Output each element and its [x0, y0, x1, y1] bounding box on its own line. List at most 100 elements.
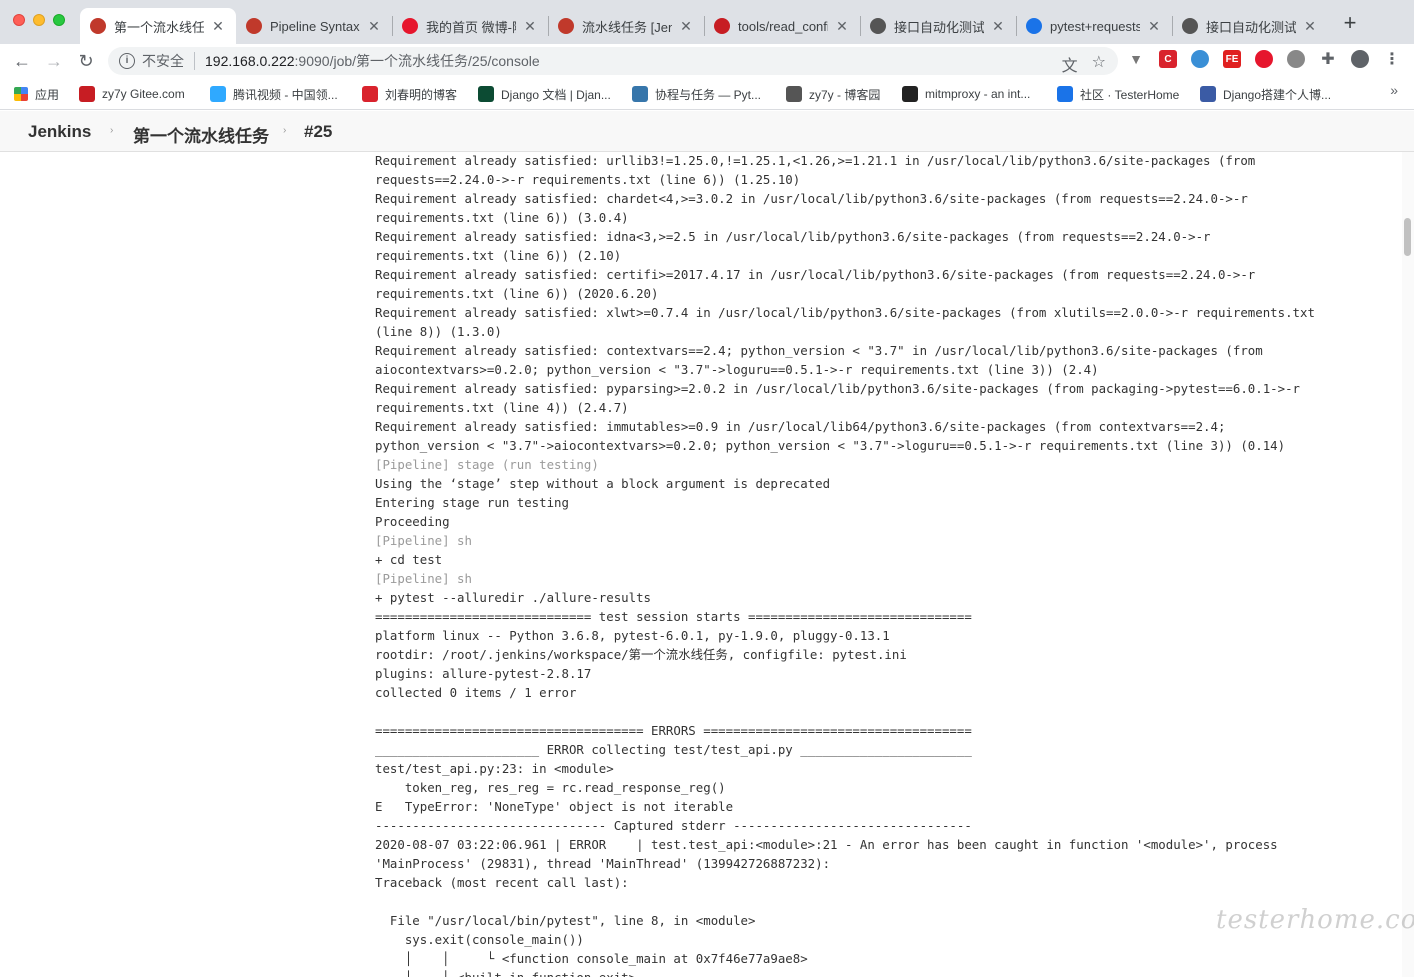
- extension-cloud-icon[interactable]: [1287, 50, 1305, 68]
- browser-tab[interactable]: 接口自动化测试与 ✕: [1172, 8, 1328, 44]
- mitmproxy-icon: [902, 86, 918, 102]
- close-window-button[interactable]: [13, 14, 25, 26]
- console-line: Requirement already satisfied: urllib3!=…: [375, 153, 1256, 168]
- tab-title: tools/read_confi: [738, 18, 828, 34]
- translate-icon[interactable]: 文: [1062, 52, 1078, 76]
- console-line: plugins: allure-pytest-2.8.17: [375, 666, 592, 681]
- tab-title: pytest+requests: [1050, 18, 1140, 34]
- bookmark-item[interactable]: zy7y Gitee.com: [79, 84, 185, 104]
- console-line: Requirement already satisfied: contextva…: [375, 343, 1263, 358]
- jenkins-breadcrumb-bar: Jenkins › 第一个流水线任务 › #25: [0, 111, 1414, 152]
- reload-icon[interactable]: ↻: [75, 50, 97, 72]
- bookmark-item[interactable]: 社区 · TesterHome: [1057, 84, 1179, 104]
- profile-avatar-icon[interactable]: [1351, 50, 1369, 68]
- tab-favicon-icon: [402, 18, 418, 34]
- tab-separator: [392, 16, 393, 36]
- menu-kebab-icon[interactable]: ⋮: [1383, 50, 1401, 68]
- extension-red-icon[interactable]: C: [1159, 50, 1177, 68]
- tab-title: 我的首页 微博-随: [426, 19, 516, 35]
- breadcrumb-jenkins[interactable]: Jenkins: [28, 122, 91, 142]
- browser-tab[interactable]: 流水线任务 [Jen ✕: [548, 8, 704, 44]
- page-scrollbar-track[interactable]: [1402, 152, 1414, 977]
- bookmark-item[interactable]: mitmproxy - an int...: [902, 84, 1030, 104]
- weibo-extension-icon[interactable]: [1255, 50, 1273, 68]
- console-line: E TypeError: 'NoneType' object is not it…: [375, 799, 734, 814]
- bookmark-item[interactable]: 腾讯视频 - 中国领...: [210, 84, 338, 104]
- gitee-icon: [79, 86, 95, 102]
- minimize-window-button[interactable]: [33, 14, 45, 26]
- tab-favicon-icon: [1026, 18, 1042, 34]
- bookmarks-bar: 应用 zy7y Gitee.com 腾讯视频 - 中国领... 刘春明的博客 Djang…: [0, 78, 1414, 110]
- tab-favicon-icon: [870, 18, 886, 34]
- browser-tab[interactable]: 第一个流水线任务 ✕: [80, 8, 236, 44]
- console-line: Entering stage run testing: [375, 495, 569, 510]
- tab-close-icon[interactable]: ✕: [834, 18, 850, 35]
- tab-close-icon[interactable]: ✕: [990, 18, 1006, 35]
- browser-tab[interactable]: Pipeline Syntax ✕: [236, 8, 392, 44]
- omnibox-divider: [194, 52, 195, 70]
- url-text[interactable]: 192.168.0.222:9090/job/第一个流水线任务/25/conso…: [205, 51, 540, 71]
- pipeline-step-line: [Pipeline] stage (run testing): [375, 457, 599, 472]
- bookmark-item[interactable]: 刘春明的博客: [362, 84, 457, 104]
- extension-fe-icon[interactable]: FE: [1223, 50, 1241, 68]
- bookmarks-overflow-icon[interactable]: »: [1390, 82, 1398, 98]
- browser-tab[interactable]: 接口自动化测试与 ✕: [860, 8, 1016, 44]
- apps-grid-icon: [14, 87, 28, 101]
- extension-globe-icon[interactable]: [1191, 50, 1209, 68]
- bookmark-item[interactable]: 协程与任务 — Pyt...: [632, 84, 761, 104]
- console-line: aiocontextvars>=0.2.0; python_version < …: [375, 362, 1099, 377]
- bookmark-star-icon[interactable]: ☆: [1092, 52, 1106, 76]
- console-line: python_version < "3.7"->aiocontextvars>=…: [375, 438, 1286, 453]
- console-line: Requirement already satisfied: xlwt>=0.7…: [375, 305, 1315, 320]
- bookmark-item[interactable]: zy7y - 博客园: [786, 84, 880, 104]
- tab-favicon-icon: [714, 18, 730, 34]
- console-line: Traceback (most recent call last):: [375, 875, 629, 890]
- console-line: 'MainProcess' (29831), thread 'MainThrea…: [375, 856, 831, 871]
- bookmark-label: 腾讯视频 - 中国领...: [233, 87, 338, 102]
- tab-close-icon[interactable]: ✕: [1146, 18, 1162, 35]
- django-icon: [478, 86, 494, 102]
- zoom-window-button[interactable]: [53, 14, 65, 26]
- browser-tab[interactable]: tools/read_confi ✕: [704, 8, 860, 44]
- console-line: Requirement already satisfied: immutable…: [375, 419, 1226, 434]
- bookmark-item[interactable]: 应用: [14, 84, 59, 104]
- info-icon[interactable]: i: [119, 53, 135, 69]
- bookmark-item[interactable]: Django 文档 | Djan...: [478, 84, 611, 104]
- testerhome-icon: [1057, 86, 1073, 102]
- breadcrumb-build[interactable]: #25: [304, 122, 332, 142]
- console-line: ------------------------------- Captured…: [375, 818, 972, 833]
- console-line: + cd test: [375, 552, 443, 567]
- browser-tab[interactable]: 我的首页 微博-随 ✕: [392, 8, 548, 44]
- console-line: Requirement already satisfied: idna<3,>=…: [375, 229, 1211, 244]
- tab-strip: 第一个流水线任务✕Pipeline Syntax✕我的首页 微博-随✕流水线任务…: [0, 0, 1414, 44]
- console-line: requirements.txt (line 4)) (2.4.7): [375, 400, 629, 415]
- bookmark-item[interactable]: Django搭建个人博...: [1200, 84, 1331, 104]
- tab-close-icon[interactable]: ✕: [366, 18, 382, 35]
- console-line: platform linux -- Python 3.6.8, pytest-6…: [375, 628, 890, 643]
- url-path: :9090/job/第一个流水线任务/25/console: [294, 53, 540, 69]
- puzzle-extensions-icon[interactable]: ✚: [1319, 50, 1337, 68]
- console-line: Requirement already satisfied: pyparsing…: [375, 381, 1301, 396]
- breadcrumb-job[interactable]: 第一个流水线任务: [133, 122, 269, 147]
- tab-close-icon[interactable]: ✕: [1302, 18, 1318, 35]
- forward-arrow-icon[interactable]: →: [43, 50, 65, 72]
- tab-title: 第一个流水线任务: [114, 19, 204, 35]
- tab-close-icon[interactable]: ✕: [210, 18, 226, 35]
- browser-tab[interactable]: pytest+requests ✕: [1016, 8, 1172, 44]
- bookmark-label: 刘春明的博客: [385, 87, 458, 102]
- back-arrow-icon[interactable]: ←: [11, 50, 33, 72]
- page-scrollbar-thumb[interactable]: [1404, 218, 1411, 256]
- console-line: Requirement already satisfied: certifi>=…: [375, 267, 1256, 282]
- address-bar[interactable]: i 不安全 192.168.0.222:9090/job/第一个流水线任务/25…: [108, 47, 1118, 75]
- tab-close-icon[interactable]: ✕: [522, 18, 538, 35]
- new-tab-button[interactable]: +: [1340, 12, 1360, 36]
- vue-devtools-icon[interactable]: ▼: [1127, 50, 1145, 68]
- console-line: + pytest --alluredir ./allure-results: [375, 590, 652, 605]
- bookmark-label: 社区 · TesterHome: [1080, 87, 1180, 102]
- tab-title: 接口自动化测试与: [894, 19, 984, 35]
- console-line: │ │ └ <function console_main at 0x7f46e7…: [375, 951, 808, 966]
- tab-favicon-icon: [246, 18, 262, 34]
- tab-close-icon[interactable]: ✕: [678, 18, 694, 35]
- tab-title: 接口自动化测试与: [1206, 19, 1296, 35]
